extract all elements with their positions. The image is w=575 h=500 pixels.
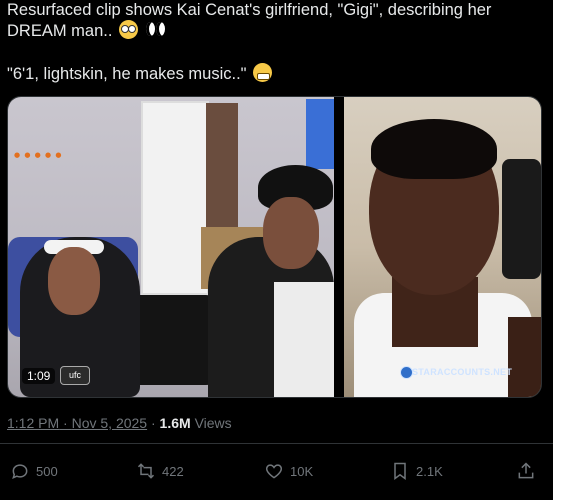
actions-divider bbox=[0, 443, 553, 444]
retweet-icon bbox=[137, 463, 155, 479]
bookmark-count: 2.1K bbox=[416, 463, 443, 479]
woman-face-image bbox=[48, 247, 100, 315]
tweet-date: Nov 5, 2025 bbox=[71, 415, 148, 431]
video-split-divider bbox=[334, 97, 344, 397]
video-logo-chip: ufc bbox=[60, 366, 90, 385]
tweet-text: Resurfaced clip shows Kai Cenat's girlfr… bbox=[7, 0, 547, 84]
grimacing-face-emoji-icon bbox=[253, 63, 273, 82]
meta-separator: · bbox=[59, 415, 72, 431]
blue-object-image bbox=[306, 99, 334, 169]
door-image bbox=[141, 101, 209, 295]
man-face-image bbox=[263, 197, 319, 269]
tweet-time: 1:12 PM bbox=[7, 415, 60, 431]
like-count: 10K bbox=[290, 463, 314, 479]
views-count: 1.6M bbox=[159, 415, 191, 431]
tweet-meta: 1:12 PM · Nov 5, 2025 · 1.6M Views bbox=[7, 415, 232, 431]
string-lights-image: ● ● ● ● ● bbox=[14, 151, 63, 159]
eyes-emoji-icon bbox=[145, 20, 167, 39]
tweet-text-line-1: Resurfaced clip shows Kai Cenat's girlfr… bbox=[7, 0, 547, 41]
reply-icon bbox=[12, 464, 28, 479]
tweet-timestamp-link[interactable]: 1:12 PM · Nov 5, 2025 bbox=[7, 415, 147, 431]
flushed-face-emoji-icon bbox=[119, 20, 139, 39]
tweet-line-2-text: "6'1, lightskin, he makes music.." bbox=[7, 65, 247, 83]
white-shirt-image bbox=[274, 282, 334, 397]
share-button[interactable] bbox=[516, 456, 536, 486]
reply-count: 500 bbox=[36, 463, 58, 479]
office-chair-image bbox=[502, 159, 541, 279]
heart-icon bbox=[265, 464, 283, 479]
man-closeup-hair-image bbox=[371, 119, 497, 179]
video-duration: 1:09 bbox=[22, 368, 56, 384]
tweet-actions-bar: 500 422 10K 2.1K bbox=[0, 456, 553, 486]
retweet-count: 422 bbox=[162, 463, 184, 479]
reply-button[interactable]: 500 bbox=[10, 456, 58, 486]
bookmark-button[interactable]: 2.1K bbox=[390, 456, 443, 486]
retweet-button[interactable]: 422 bbox=[136, 456, 184, 486]
tweet-video[interactable]: ● ● ● ● ● 1:09 ufc STARACCOUNTS.NET bbox=[7, 96, 542, 398]
tweet-card: Resurfaced clip shows Kai Cenat's girlfr… bbox=[0, 0, 553, 500]
bookmark-icon bbox=[394, 462, 406, 480]
like-button[interactable]: 10K bbox=[264, 456, 313, 486]
meta-dot: · bbox=[150, 415, 160, 431]
tweet-text-line-2: "6'1, lightskin, he makes music.." bbox=[7, 63, 547, 84]
views-label: Views bbox=[194, 415, 232, 431]
doorway-image bbox=[206, 103, 238, 238]
share-icon bbox=[518, 462, 534, 479]
arm-image bbox=[508, 317, 541, 397]
staraccounts-watermark: STARACCOUNTS.NET bbox=[412, 367, 513, 377]
tweet-line-1-text: Resurfaced clip shows Kai Cenat's girlfr… bbox=[7, 1, 492, 40]
video-left-panel: ● ● ● ● ● 1:09 ufc bbox=[8, 97, 334, 397]
